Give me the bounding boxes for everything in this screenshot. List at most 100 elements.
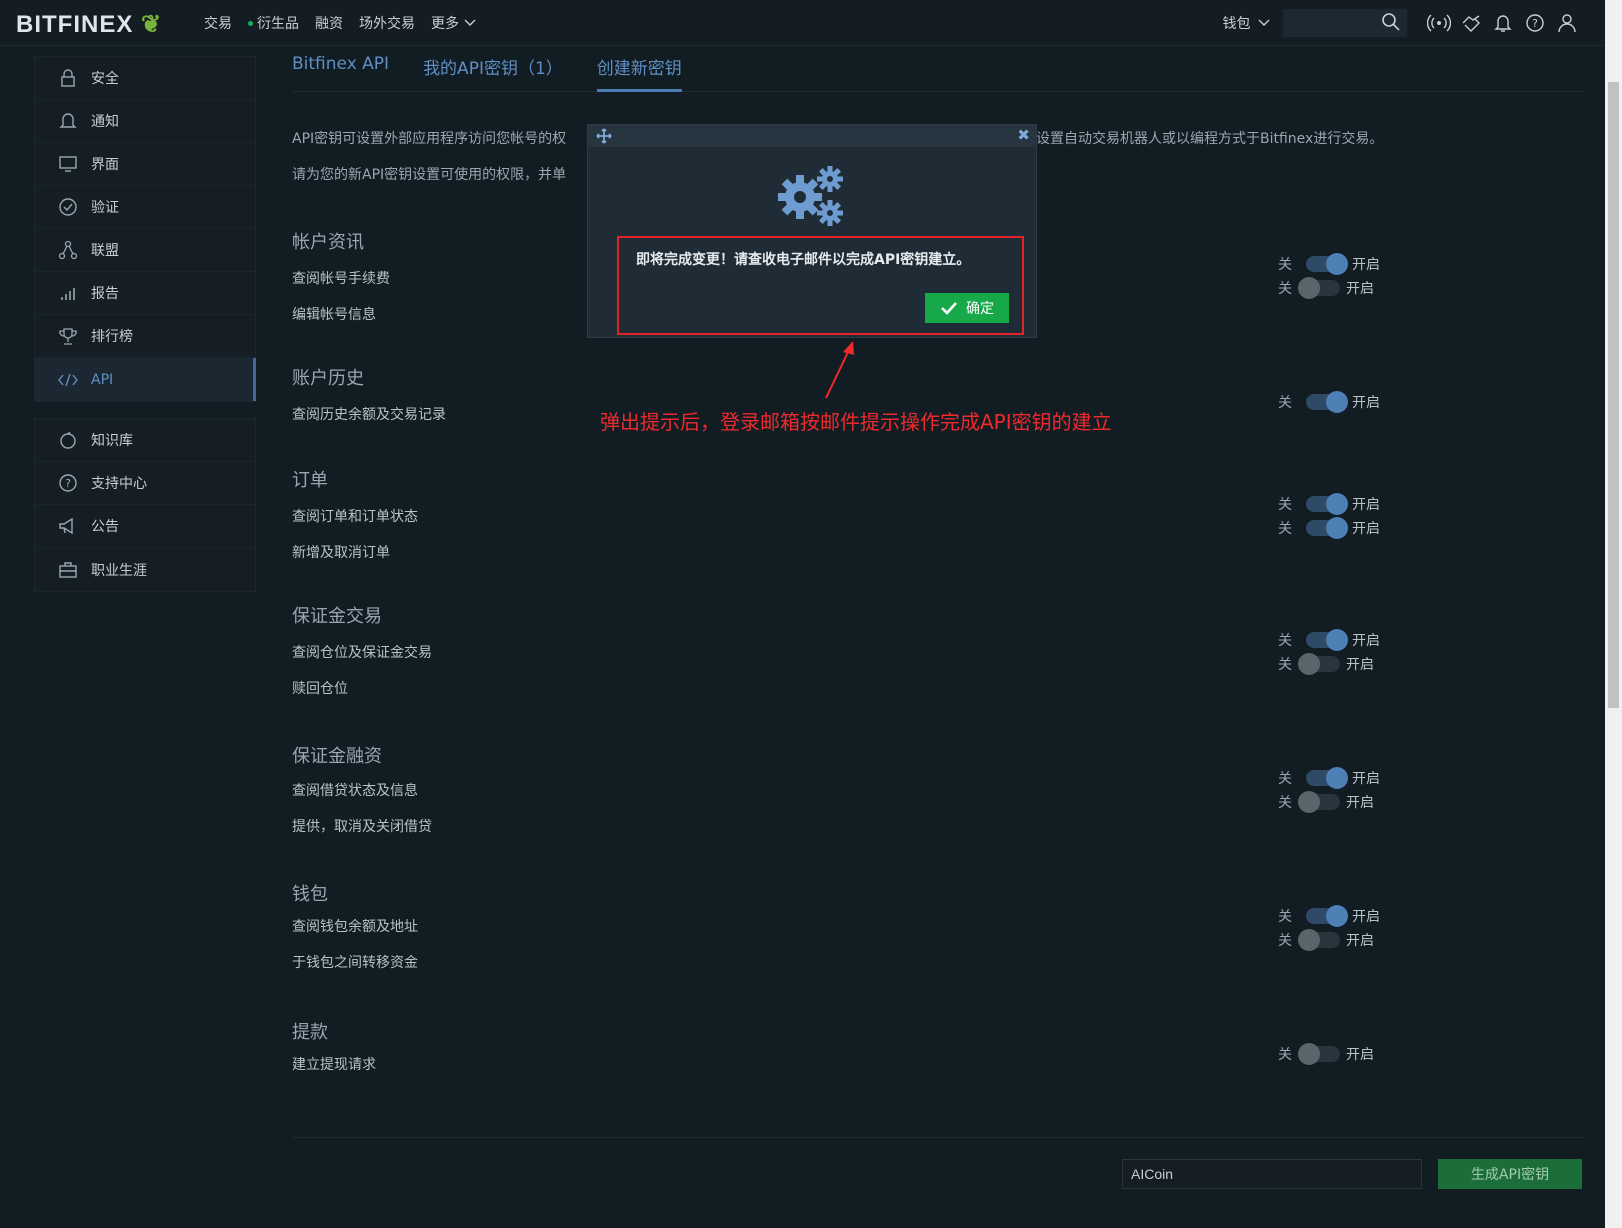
generate-api-key-button[interactable]: 生成API密钥 — [1438, 1159, 1582, 1189]
toggle-switch[interactable] — [1298, 929, 1340, 951]
toggle-off-label: 关 — [1278, 657, 1292, 673]
nav-label: 衍生品 — [257, 16, 299, 32]
key-label-input[interactable] — [1122, 1159, 1422, 1189]
toggle-off-label: 关 — [1278, 633, 1292, 649]
main-nav: 交易 衍生品 融资 场外交易 更多 — [204, 0, 493, 46]
move-icon[interactable] — [596, 128, 612, 148]
toggle-switch[interactable] — [1298, 653, 1340, 675]
divider — [292, 1137, 1584, 1138]
permission-toggle[interactable]: 关 开启 — [1278, 929, 1374, 951]
handshake-icon[interactable] — [1455, 13, 1487, 33]
sidebar-item-affiliate[interactable]: 联盟 — [35, 229, 255, 272]
nav-label: 更多 — [431, 16, 459, 32]
nav-label: 场外交易 — [359, 16, 415, 32]
permission-toggle[interactable]: 关 开启 — [1278, 629, 1380, 651]
description-line-1b: 设置自动交易机器人或以编程方式于Bitfinex进行交易。 — [1036, 131, 1384, 147]
permission-toggle[interactable]: 关 开启 — [1278, 277, 1374, 299]
toggle-on-label: 开启 — [1352, 521, 1380, 537]
section-title: 帐户资讯 — [292, 232, 364, 253]
search-input[interactable] — [1283, 9, 1407, 37]
nav-label: 交易 — [204, 16, 232, 32]
permission-toggle[interactable]: 关 开启 — [1278, 905, 1380, 927]
toggle-off-label: 关 — [1278, 933, 1292, 949]
toggle-on-label: 开启 — [1346, 657, 1374, 673]
permission-toggle[interactable]: 关 开启 — [1278, 493, 1380, 515]
section-title: 钱包 — [292, 884, 328, 905]
chevron-down-icon — [464, 19, 476, 26]
toggle-switch[interactable] — [1298, 791, 1340, 813]
toggle-off-label: 关 — [1278, 795, 1292, 811]
sidebar-item-label: API — [91, 371, 114, 388]
search-icon — [1382, 13, 1400, 31]
toggle-off-label: 关 — [1278, 1047, 1292, 1063]
svg-text:?: ? — [65, 477, 71, 490]
toggle-switch[interactable] — [1306, 905, 1348, 927]
help-icon[interactable]: ? — [1519, 13, 1551, 33]
wallet-menu[interactable]: 钱包 — [1223, 13, 1271, 33]
section-title: 订单 — [292, 470, 328, 491]
toggle-knob — [1326, 391, 1348, 413]
permission-label: 查阅帐号手续费 — [292, 271, 390, 287]
user-icon[interactable] — [1551, 13, 1583, 33]
trophy-icon — [53, 326, 83, 346]
sidebar-item-api[interactable]: API — [35, 358, 256, 401]
description-line-1a: API密钥可设置外部应用程序访问您帐号的权 — [292, 131, 567, 147]
bell-icon[interactable] — [1487, 13, 1519, 33]
svg-text:?: ? — [1532, 17, 1538, 30]
toggle-knob — [1298, 653, 1320, 675]
sidebar-item-reports[interactable]: 报告 — [35, 272, 255, 315]
permission-label: 编辑帐号信息 — [292, 307, 376, 323]
annotation-text: 弹出提示后，登录邮箱按邮件提示操作完成API密钥的建立 — [600, 410, 1112, 434]
permission-label: 查阅订单和订单状态 — [292, 509, 418, 525]
nav-funding[interactable]: 融资 — [315, 13, 343, 33]
permission-toggle[interactable]: 关 开启 — [1278, 1043, 1374, 1065]
sidebar-group-support: 知识库 ? 支持中心 公告 职业生涯 — [34, 418, 256, 592]
sidebar-item-interface[interactable]: 界面 — [35, 143, 255, 186]
sidebar-item-support-center[interactable]: ? 支持中心 — [35, 462, 255, 505]
sidebar-item-careers[interactable]: 职业生涯 — [35, 548, 255, 591]
scrollbar-thumb[interactable] — [1608, 82, 1619, 708]
permission-toggle[interactable]: 关 开启 — [1278, 767, 1380, 789]
broadcast-icon[interactable] — [1423, 13, 1455, 33]
bitfinex-logo[interactable]: BITFINEX ❦ — [16, 10, 162, 39]
settings-sidebar: 安全 通知 界面 验证 联盟 报告 排行榜 API 知识库 ? 支持中心 公告 职… — [34, 56, 256, 608]
scrollbar[interactable] — [1605, 0, 1622, 1228]
sidebar-item-notifications[interactable]: 通知 — [35, 100, 255, 143]
permission-toggle[interactable]: 关 开启 — [1278, 653, 1374, 675]
toggle-switch[interactable] — [1298, 277, 1340, 299]
permission-label: 查阅借贷状态及信息 — [292, 783, 418, 799]
permission-toggle[interactable]: 关 开启 — [1278, 253, 1380, 275]
toggle-switch[interactable] — [1306, 517, 1348, 539]
nav-trading[interactable]: 交易 — [204, 13, 232, 33]
sidebar-item-label: 安全 — [91, 71, 119, 87]
permission-toggle[interactable]: 关 开启 — [1278, 517, 1380, 539]
sidebar-item-verification[interactable]: 验证 — [35, 186, 255, 229]
toggle-switch[interactable] — [1306, 253, 1348, 275]
nav-otc[interactable]: 场外交易 — [359, 13, 415, 33]
bell-icon — [53, 112, 83, 130]
toggle-switch[interactable] — [1306, 493, 1348, 515]
tab-my-api-keys[interactable]: 我的API密钥（1） — [423, 46, 563, 91]
toggle-on-label: 开启 — [1346, 933, 1374, 949]
toggle-off-label: 关 — [1278, 281, 1292, 297]
sidebar-item-announcements[interactable]: 公告 — [35, 505, 255, 548]
permission-label: 提供，取消及关闭借贷 — [292, 819, 432, 835]
nav-more[interactable]: 更多 — [431, 13, 477, 33]
sidebar-item-leaderboard[interactable]: 排行榜 — [35, 315, 255, 358]
close-icon[interactable]: ✖ — [1017, 126, 1030, 144]
toggle-switch[interactable] — [1306, 767, 1348, 789]
permission-toggle[interactable]: 关 开启 — [1278, 391, 1380, 413]
toggle-switch[interactable] — [1298, 1043, 1340, 1065]
toggle-switch[interactable] — [1306, 391, 1348, 413]
sidebar-item-security[interactable]: 安全 — [35, 57, 255, 100]
sidebar-item-knowledge-base[interactable]: 知识库 — [35, 419, 255, 462]
nav-derivatives[interactable]: 衍生品 — [248, 13, 299, 33]
toggle-knob — [1298, 929, 1320, 951]
toggle-on-label: 开启 — [1352, 497, 1380, 513]
toggle-on-label: 开启 — [1346, 281, 1374, 297]
status-dot-icon — [248, 20, 253, 26]
tab-bitfinex-api[interactable]: Bitfinex API — [292, 46, 389, 91]
toggle-switch[interactable] — [1306, 629, 1348, 651]
tab-create-new-key[interactable]: 创建新密钥 — [596, 46, 682, 92]
permission-toggle[interactable]: 关 开启 — [1278, 791, 1374, 813]
